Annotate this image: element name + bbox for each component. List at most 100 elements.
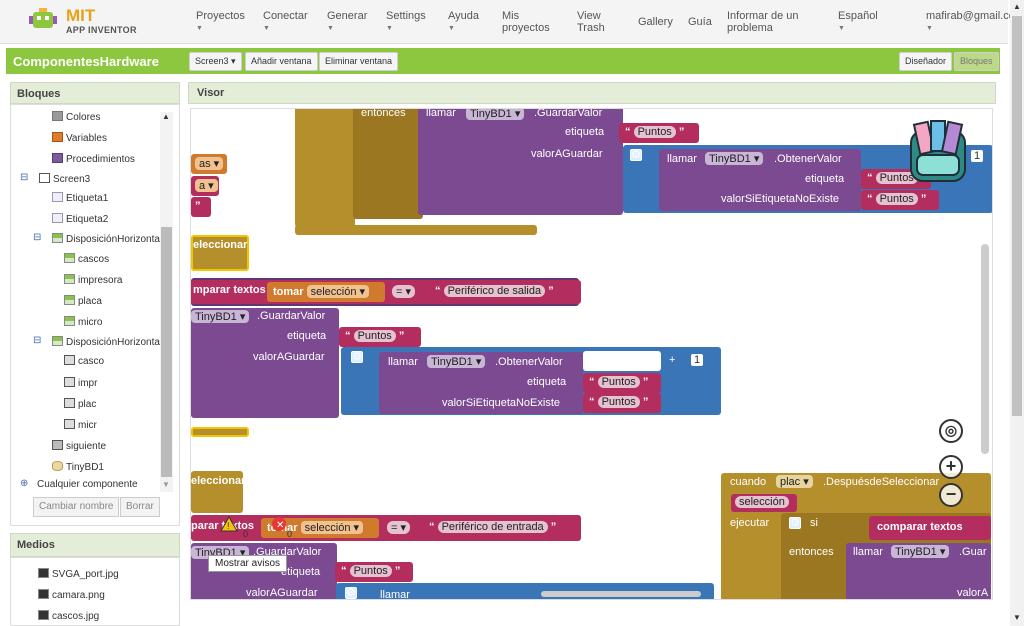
if-block-inner[interactable] — [353, 109, 423, 219]
backpack-icon[interactable] — [903, 119, 973, 187]
if-block-selected[interactable]: eleccionar — [191, 235, 249, 271]
if-block-bottom[interactable] — [295, 225, 537, 235]
workspace-hscrollbar[interactable] — [541, 591, 701, 597]
tree-item-placa[interactable]: placa — [64, 295, 102, 307]
gear-icon[interactable]: ⚙ — [630, 149, 642, 161]
menu-proyectos[interactable]: Proyectos ▼ — [196, 10, 245, 35]
gear-icon[interactable]: ⚙ — [351, 351, 363, 363]
tinybd-dropdown[interactable]: TinyBD1 ▾ — [891, 545, 950, 558]
menu-settings[interactable]: Settings ▼ — [386, 10, 426, 35]
text-block[interactable]: “ Puntos ” — [619, 123, 699, 143]
variable-block[interactable]: as ▾ — [191, 154, 227, 174]
tree-item-screen3[interactable]: Screen3 — [39, 173, 90, 185]
text-block[interactable]: a ▾ — [191, 176, 219, 196]
block-label: valorSiEtiquetaNoExiste — [721, 193, 840, 205]
if-block-body[interactable] — [295, 109, 355, 227]
tree-item-variables[interactable]: Variables — [52, 132, 107, 144]
blocks-button[interactable]: Bloques — [954, 52, 999, 71]
text-block[interactable]: “ Periférico de entrada ” — [423, 518, 573, 538]
text-block[interactable]: “ Puntos ” — [861, 190, 939, 210]
tinybd-dropdown[interactable]: TinyBD1 ▾ — [191, 310, 250, 323]
rename-button[interactable]: Cambiar nombre — [33, 497, 120, 517]
guardar-block[interactable] — [418, 109, 623, 215]
media-file[interactable]: SVGA_port.jpg — [38, 568, 119, 580]
text-block[interactable]: “ Puntos ” — [335, 562, 413, 582]
if-block-3[interactable]: eleccionar — [191, 471, 245, 513]
workspace-scrollbar[interactable] — [981, 244, 989, 454]
tinybd-dropdown[interactable]: TinyBD1 ▾ — [466, 109, 525, 120]
tree-item-impr[interactable]: impr — [64, 377, 97, 389]
menu-guia[interactable]: Guía — [688, 16, 712, 28]
gear-icon[interactable]: ⚙ — [345, 587, 357, 599]
add-screen-button[interactable]: Añadir ventana — [245, 52, 318, 71]
tree-item-micr[interactable]: micr — [64, 419, 97, 431]
media-file[interactable]: camara.png — [38, 589, 105, 601]
text-block[interactable]: “ Puntos ” — [583, 373, 661, 393]
if-block-bottom-selected[interactable] — [191, 427, 249, 437]
recenter-icon[interactable]: ◎ — [939, 419, 963, 443]
warning-indicator[interactable]: ! ✕ — [219, 515, 297, 543]
scroll-up-icon[interactable]: ▲ — [162, 112, 170, 121]
block-label: valorAGuardar — [253, 351, 325, 363]
tree-item-impresora[interactable]: impresora — [64, 274, 122, 286]
tree-item-casco[interactable]: casco — [64, 355, 104, 367]
menu-mis-proyectos[interactable]: Mis proyectos — [502, 10, 550, 34]
tree-item-procedimientos[interactable]: Procedimientos — [52, 153, 135, 165]
gear-icon[interactable]: ⚙ — [789, 517, 801, 529]
screen-select[interactable]: Screen3 ▾ — [189, 52, 242, 71]
tree-item-cualquier[interactable]: Cualquier componente — [37, 479, 138, 490]
tree-item-colores[interactable]: Colores — [52, 111, 100, 123]
collapse-toggle[interactable]: ⊟ — [33, 335, 41, 346]
menu-view-trash[interactable]: View Trash — [577, 10, 605, 34]
plus-icon[interactable]: + — [669, 354, 675, 366]
plac-dropdown[interactable]: plac ▾ — [776, 475, 813, 488]
operator-dropdown[interactable]: = ▾ — [383, 518, 419, 538]
designer-button[interactable]: Diseñador — [899, 52, 953, 71]
menu-ayuda[interactable]: Ayuda ▼ — [448, 10, 479, 35]
tree-item-micro[interactable]: micro — [64, 316, 102, 328]
blocks-workspace[interactable]: entonces llamar TinyBD1 ▾ .GuardarValor … — [190, 108, 993, 600]
tree-item-siguiente[interactable]: siguiente — [52, 440, 106, 452]
menu-conectar[interactable]: Conectar ▼ — [263, 10, 308, 35]
tinybd-dropdown[interactable]: TinyBD1 ▾ — [427, 355, 486, 368]
scroll-down-icon[interactable]: ▼ — [1013, 613, 1021, 622]
page-scrollbar-thumb[interactable] — [1012, 16, 1022, 416]
tree-item-disposicion1[interactable]: DisposiciónHorizonta — [52, 233, 160, 245]
tree-item-etiqueta1[interactable]: Etiqueta1 — [52, 192, 108, 204]
tinybd-dropdown[interactable]: TinyBD1 ▾ — [705, 152, 764, 165]
tree-item-plac[interactable]: plac — [64, 398, 96, 410]
param-block[interactable]: selección — [731, 494, 797, 512]
menu-gallery[interactable]: Gallery — [638, 16, 673, 28]
tree-item-etiqueta2[interactable]: Etiqueta2 — [52, 213, 108, 225]
expand-toggle[interactable]: ⊕ — [20, 478, 28, 489]
page-scrollbar[interactable]: ▲ ▼ — [1010, 0, 1024, 626]
collapse-toggle[interactable]: ⊟ — [20, 172, 28, 183]
menu-generar[interactable]: Generar ▼ — [327, 10, 367, 35]
tree-item-disposicion2[interactable]: DisposiciónHorizonta — [52, 336, 160, 348]
text-block[interactable]: “ Periférico de salida ” — [429, 282, 565, 302]
remove-screen-button[interactable]: Eliminar ventana — [319, 52, 399, 71]
zoom-in-icon[interactable]: + — [939, 455, 963, 479]
number-block[interactable]: 1 — [691, 354, 704, 366]
menu-idioma[interactable]: Español ▼ — [838, 10, 878, 35]
text-block[interactable]: ” — [191, 197, 211, 217]
operator-dropdown[interactable]: = ▾ — [388, 282, 424, 302]
compare-block-4[interactable]: comparar textos — [869, 516, 991, 540]
tree-scrollbar-thumb[interactable] — [161, 227, 172, 477]
show-warnings-tooltip[interactable]: Mostrar avisos — [208, 555, 288, 572]
delete-button[interactable]: Borrar — [120, 497, 160, 517]
tree-item-tinybd1[interactable]: TinyBD1 — [52, 461, 104, 473]
scroll-up-icon[interactable]: ▲ — [1013, 2, 1021, 11]
menu-informar[interactable]: Informar de un problema — [727, 10, 799, 34]
text-block[interactable]: “ Puntos ” — [339, 327, 421, 347]
text-block[interactable]: “ Puntos ” — [583, 393, 661, 413]
collapse-toggle[interactable]: ⊟ — [33, 232, 41, 243]
tree-scrollbar[interactable]: ▲ ▼ — [160, 112, 173, 492]
guardar-block-2[interactable] — [191, 308, 339, 418]
get-selection-block[interactable]: tomar selección ▾ — [267, 282, 385, 302]
media-file[interactable]: cascos.jpg — [38, 610, 99, 622]
zoom-out-icon[interactable]: − — [939, 483, 963, 507]
scroll-down-icon[interactable]: ▼ — [162, 480, 170, 489]
app-inventor-logo[interactable]: MIT APP INVENTOR — [28, 4, 158, 38]
tree-item-cascos[interactable]: cascos — [64, 253, 109, 265]
